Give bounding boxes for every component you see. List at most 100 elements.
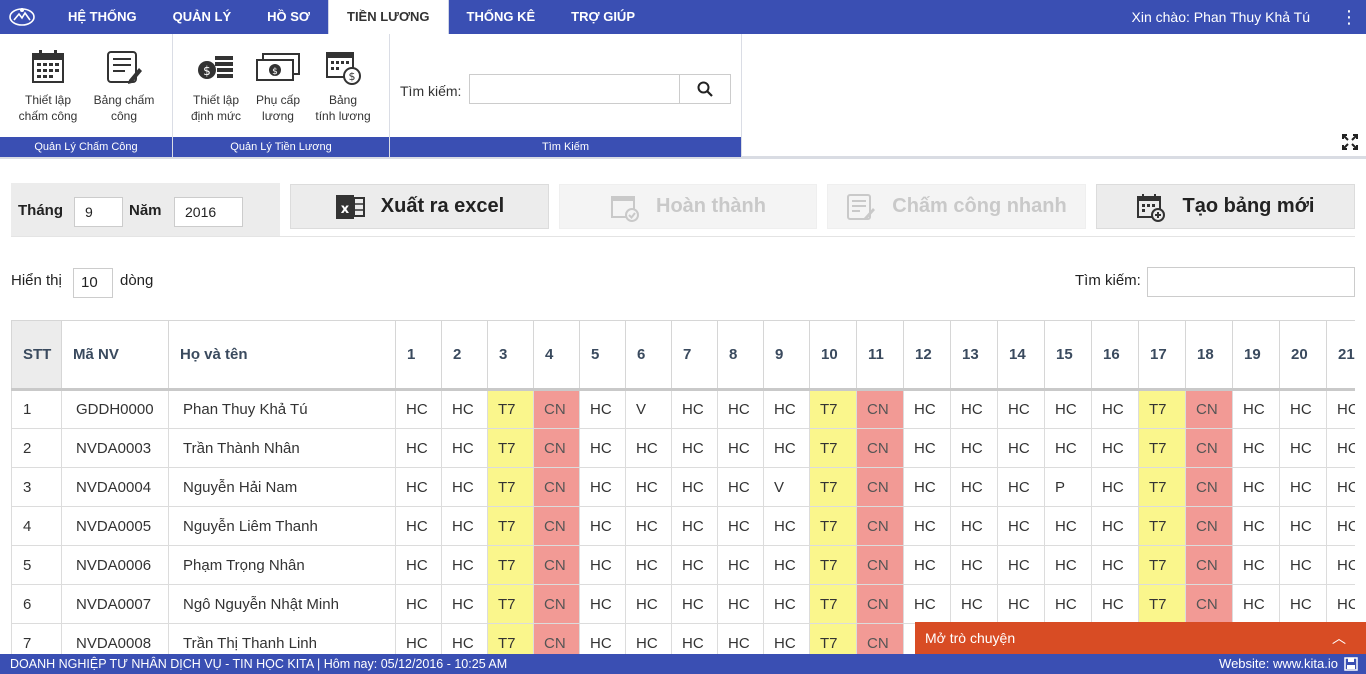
attendance-cell[interactable]: CN: [533, 389, 580, 429]
attendance-cell[interactable]: HC: [1326, 428, 1355, 468]
attendance-cell[interactable]: HC: [579, 467, 626, 507]
attendance-cell[interactable]: CN: [1185, 506, 1233, 546]
quick-attendance-button[interactable]: Chấm công nhanh: [827, 184, 1086, 229]
attendance-cell[interactable]: HC: [579, 506, 626, 546]
attendance-cell[interactable]: HC: [441, 506, 488, 546]
attendance-cell[interactable]: HC: [671, 467, 718, 507]
attendance-cell[interactable]: T7: [487, 467, 534, 507]
attendance-cell[interactable]: HC: [717, 467, 764, 507]
attendance-cell[interactable]: HC: [950, 467, 998, 507]
attendance-cell[interactable]: CN: [533, 545, 580, 585]
attendance-cell[interactable]: T7: [487, 545, 534, 585]
attendance-cell[interactable]: HC: [1279, 545, 1327, 585]
attendance-cell[interactable]: HC: [625, 467, 672, 507]
nav-tab[interactable]: TIỀN LƯƠNG: [328, 0, 449, 35]
attendance-cell[interactable]: HC: [1279, 506, 1327, 546]
attendance-cell[interactable]: HC: [903, 467, 951, 507]
attendance-cell[interactable]: HC: [1091, 428, 1139, 468]
attendance-cell[interactable]: CN: [533, 467, 580, 507]
table-row[interactable]: 1 GDDH0000 Phan Thuy Khả Tú HC HC T7 CN HC V HC HC…: [11, 389, 1355, 429]
table-row[interactable]: 3 NVDA0004 Nguyễn Hải Nam HC HC T7 CN HC HC HC HC V…: [11, 467, 1355, 507]
day-column-header[interactable]: 14: [997, 320, 1045, 391]
ribbon-search-input[interactable]: [469, 74, 679, 104]
more-menu-icon[interactable]: ⋮: [1340, 6, 1358, 28]
page-size-input[interactable]: 10: [73, 268, 113, 298]
attendance-cell[interactable]: HC: [950, 545, 998, 585]
attendance-cell[interactable]: HC: [671, 623, 718, 654]
attendance-cell[interactable]: HC: [903, 389, 951, 429]
attendance-cell[interactable]: HC: [395, 467, 442, 507]
attendance-cell[interactable]: T7: [809, 584, 857, 624]
attendance-cell[interactable]: T7: [487, 623, 534, 654]
table-row[interactable]: 2 NVDA0003 Trần Thành Nhân HC HC T7 CN HC HC HC HC…: [11, 428, 1355, 468]
attendance-cell[interactable]: HC: [717, 428, 764, 468]
attendance-cell[interactable]: T7: [487, 506, 534, 546]
attendance-cell[interactable]: HC: [903, 545, 951, 585]
attendance-cell[interactable]: CN: [856, 506, 904, 546]
attendance-cell[interactable]: HC: [1044, 428, 1092, 468]
attendance-cell[interactable]: HC: [671, 584, 718, 624]
attendance-cell[interactable]: HC: [1091, 584, 1139, 624]
attendance-cell[interactable]: HC: [997, 584, 1045, 624]
nav-tab[interactable]: HỆ THỐNG: [50, 0, 155, 34]
attendance-cell[interactable]: HC: [395, 389, 442, 429]
chat-widget[interactable]: Mở trò chuyện ︿: [915, 622, 1366, 654]
attendance-cell[interactable]: V: [625, 389, 672, 429]
attendance-cell[interactable]: HC: [717, 623, 764, 654]
day-column-header[interactable]: 13: [950, 320, 998, 391]
attendance-cell[interactable]: HC: [1091, 506, 1139, 546]
nav-tab[interactable]: THỐNG KÊ: [449, 0, 554, 34]
attendance-cell[interactable]: HC: [1232, 584, 1280, 624]
attendance-cell[interactable]: HC: [395, 545, 442, 585]
attendance-cell[interactable]: HC: [1044, 506, 1092, 546]
attendance-cell[interactable]: HC: [1091, 545, 1139, 585]
attendance-cell[interactable]: T7: [1138, 467, 1186, 507]
attendance-cell[interactable]: HC: [763, 506, 810, 546]
attendance-cell[interactable]: HC: [625, 506, 672, 546]
attendance-cell[interactable]: HC: [717, 545, 764, 585]
day-column-header[interactable]: 3: [487, 320, 534, 391]
attendance-cell[interactable]: HC: [903, 506, 951, 546]
attendance-cell[interactable]: HC: [395, 584, 442, 624]
nav-tab[interactable]: QUẢN LÝ: [155, 0, 250, 34]
attendance-cell[interactable]: CN: [1185, 545, 1233, 585]
nav-tab[interactable]: TRỢ GIÚP: [553, 0, 653, 34]
attendance-cell[interactable]: CN: [1185, 389, 1233, 429]
table-row[interactable]: 4 NVDA0005 Nguyễn Liêm Thanh HC HC T7 CN HC HC HC…: [11, 506, 1355, 546]
export-excel-button[interactable]: x Xuất ra excel: [290, 184, 549, 229]
attendance-cell[interactable]: HC: [763, 623, 810, 654]
attendance-cell[interactable]: HC: [395, 623, 442, 654]
column-header[interactable]: STT: [11, 320, 62, 391]
attendance-cell[interactable]: HC: [1326, 467, 1355, 507]
attendance-cell[interactable]: HC: [671, 389, 718, 429]
attendance-cell[interactable]: T7: [809, 467, 857, 507]
table-search-input[interactable]: [1147, 267, 1355, 297]
attendance-cell[interactable]: HC: [903, 584, 951, 624]
attendance-cell[interactable]: CN: [856, 389, 904, 429]
day-column-header[interactable]: 20: [1279, 320, 1327, 391]
attendance-cell[interactable]: CN: [533, 623, 580, 654]
attendance-cell[interactable]: HC: [950, 389, 998, 429]
day-column-header[interactable]: 17: [1138, 320, 1186, 391]
attendance-cell[interactable]: HC: [763, 545, 810, 585]
attendance-cell[interactable]: HC: [579, 623, 626, 654]
attendance-cell[interactable]: T7: [809, 545, 857, 585]
attendance-cell[interactable]: HC: [1326, 389, 1355, 429]
attendance-cell[interactable]: CN: [856, 467, 904, 507]
attendance-cell[interactable]: HC: [395, 428, 442, 468]
nav-tab[interactable]: HỒ SƠ: [249, 0, 328, 34]
attendance-cell[interactable]: HC: [950, 584, 998, 624]
footer-website[interactable]: Website: www.kita.io: [1219, 654, 1338, 674]
day-column-header[interactable]: 10: [809, 320, 857, 391]
attendance-cell[interactable]: T7: [1138, 428, 1186, 468]
day-column-header[interactable]: 12: [903, 320, 951, 391]
attendance-cell[interactable]: T7: [809, 428, 857, 468]
attendance-cell[interactable]: HC: [1279, 389, 1327, 429]
attendance-cell[interactable]: HC: [671, 506, 718, 546]
attendance-cell[interactable]: HC: [579, 584, 626, 624]
attendance-cell[interactable]: T7: [1138, 506, 1186, 546]
attendance-cell[interactable]: HC: [671, 428, 718, 468]
attendance-cell[interactable]: CN: [856, 545, 904, 585]
year-input[interactable]: 2016: [174, 197, 243, 227]
attendance-cell[interactable]: HC: [1232, 428, 1280, 468]
